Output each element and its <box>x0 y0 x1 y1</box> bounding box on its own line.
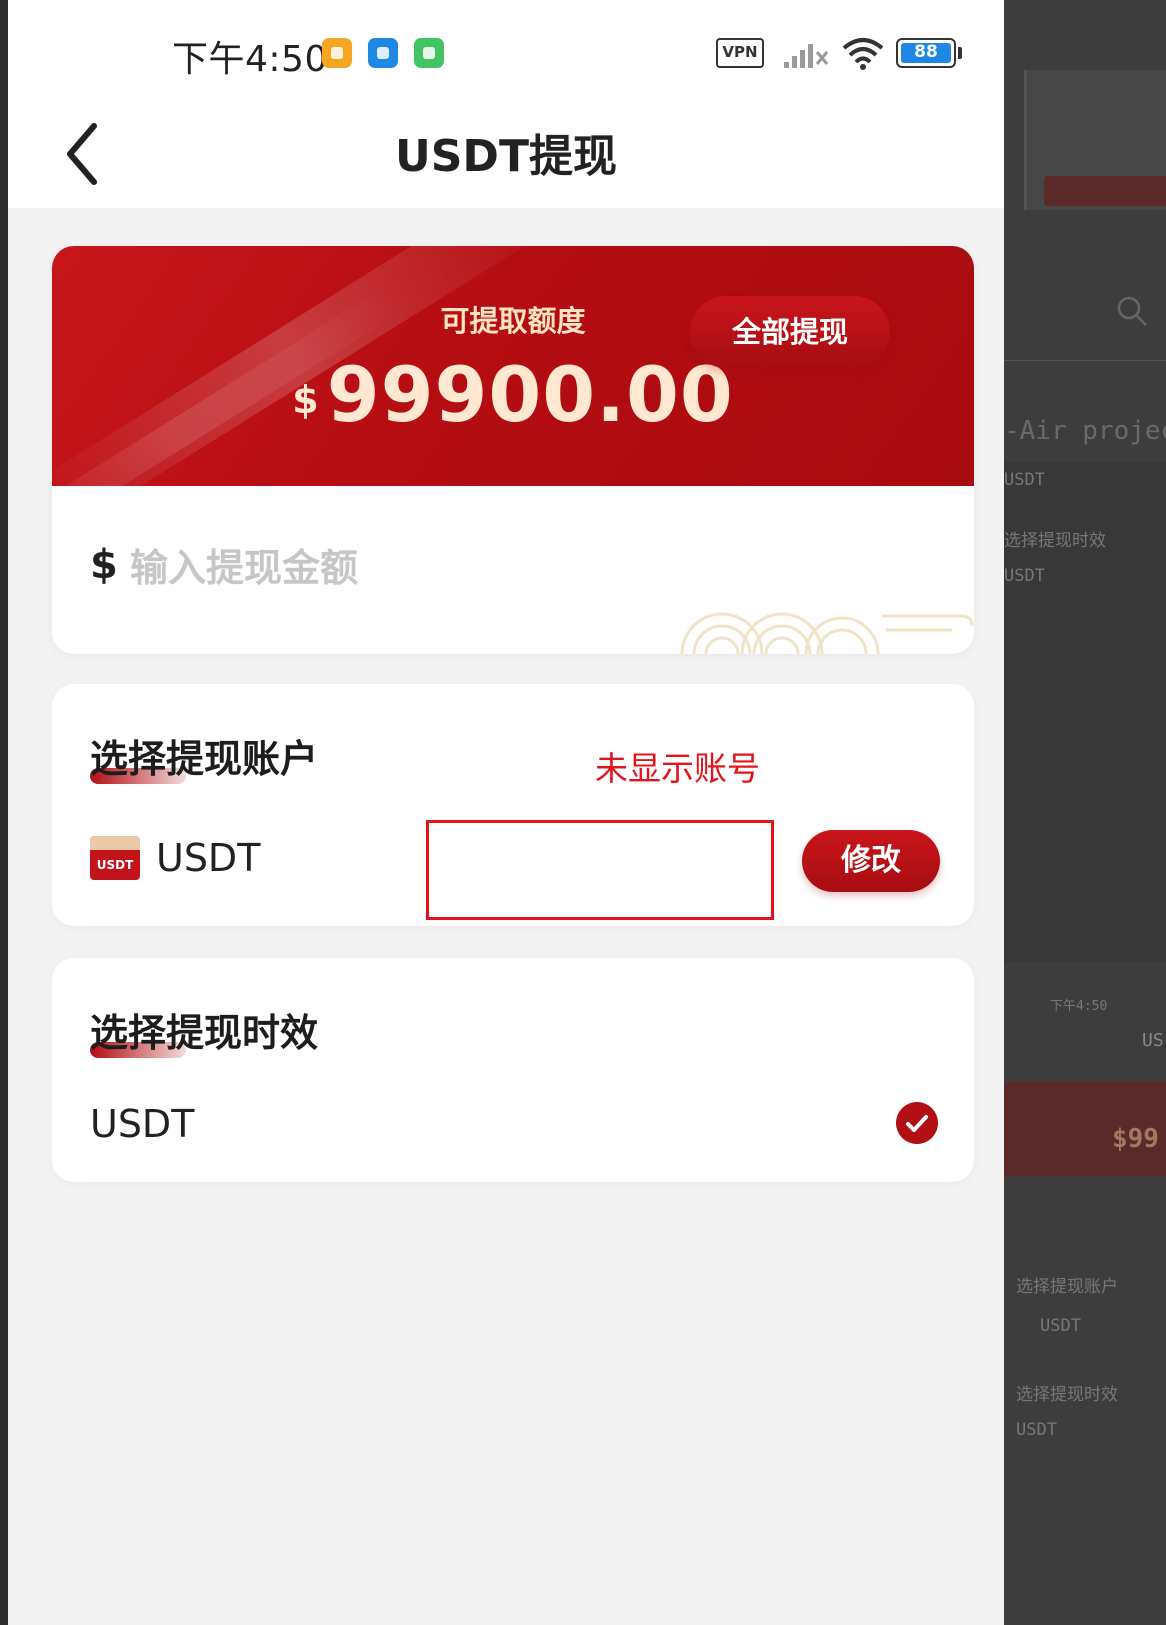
usdt-card-icon: USDT <box>90 836 140 880</box>
account-name: USDT <box>156 836 261 880</box>
notification-app-icon <box>414 38 444 68</box>
search-icon <box>1117 296 1147 326</box>
background-mini-amount: $99 <box>1112 1124 1159 1154</box>
withdraw-all-button[interactable]: 全部提现 <box>690 296 890 368</box>
amount-currency: $ <box>90 542 118 588</box>
background-divider <box>1004 360 1166 361</box>
background-mini-account-title: 选择提现账户 <box>1016 1277 1118 1297</box>
usdt-badge-text: USDT <box>90 850 140 880</box>
background-text: USDT <box>1004 566 1045 586</box>
modify-account-button[interactable]: 修改 <box>802 830 940 892</box>
background-strip-left <box>0 0 8 1625</box>
notification-app-icon <box>322 38 352 68</box>
battery-icon: 88 <box>896 38 956 68</box>
speed-option-name[interactable]: USDT <box>90 1102 194 1146</box>
vpn-icon: VPN <box>716 38 764 68</box>
background-text: USDT <box>1004 470 1045 490</box>
notification-app-icon <box>368 38 398 68</box>
background-button <box>1044 176 1166 206</box>
balance-currency: $ <box>292 378 319 422</box>
phone-screen: 下午4:50 VPN 88 USDT提现 可提取额度 $ 99900.00 $ … <box>8 0 1004 1625</box>
battery-level: 88 <box>901 43 951 63</box>
check-icon[interactable] <box>896 1102 938 1144</box>
background-app-preview: -Air projec USDT 选择提现时效 USDT 下午4:50 US $… <box>1004 0 1166 1625</box>
background-code-text: -Air projec <box>1004 416 1166 446</box>
account-card: 选择提现账户 USDT USDT 修改 <box>52 684 974 926</box>
background-mini-speed-name: USDT <box>1016 1420 1057 1440</box>
wifi-icon <box>842 38 884 70</box>
cloud-pattern-decoration <box>680 612 974 654</box>
annotation-highlight-box <box>426 820 774 920</box>
page-title: USDT提现 <box>395 131 617 182</box>
status-bar: 下午4:50 VPN 88 <box>8 0 1004 100</box>
nav-bar: USDT提现 <box>8 100 1004 208</box>
annotation-text: 未显示账号 <box>595 749 760 788</box>
background-mini-speed-title: 选择提现时效 <box>1016 1385 1118 1405</box>
signal-icon <box>784 44 829 68</box>
status-time: 下午4:50 <box>172 39 328 80</box>
speed-card: 选择提现时效 USDT <box>52 958 974 1182</box>
balance-value: 99900.00 <box>326 350 734 439</box>
speed-section-title: 选择提现时效 <box>90 1011 319 1055</box>
background-text: 选择提现时效 <box>1004 531 1106 551</box>
background-mini-time: 下午4:50 <box>1050 999 1108 1014</box>
background-mini-account-name: USDT <box>1040 1316 1081 1336</box>
battery-tip <box>958 47 962 59</box>
amount-input[interactable] <box>130 536 690 600</box>
background-mini-title: US <box>1142 1030 1164 1051</box>
account-section-title: 选择提现账户 <box>90 737 319 781</box>
